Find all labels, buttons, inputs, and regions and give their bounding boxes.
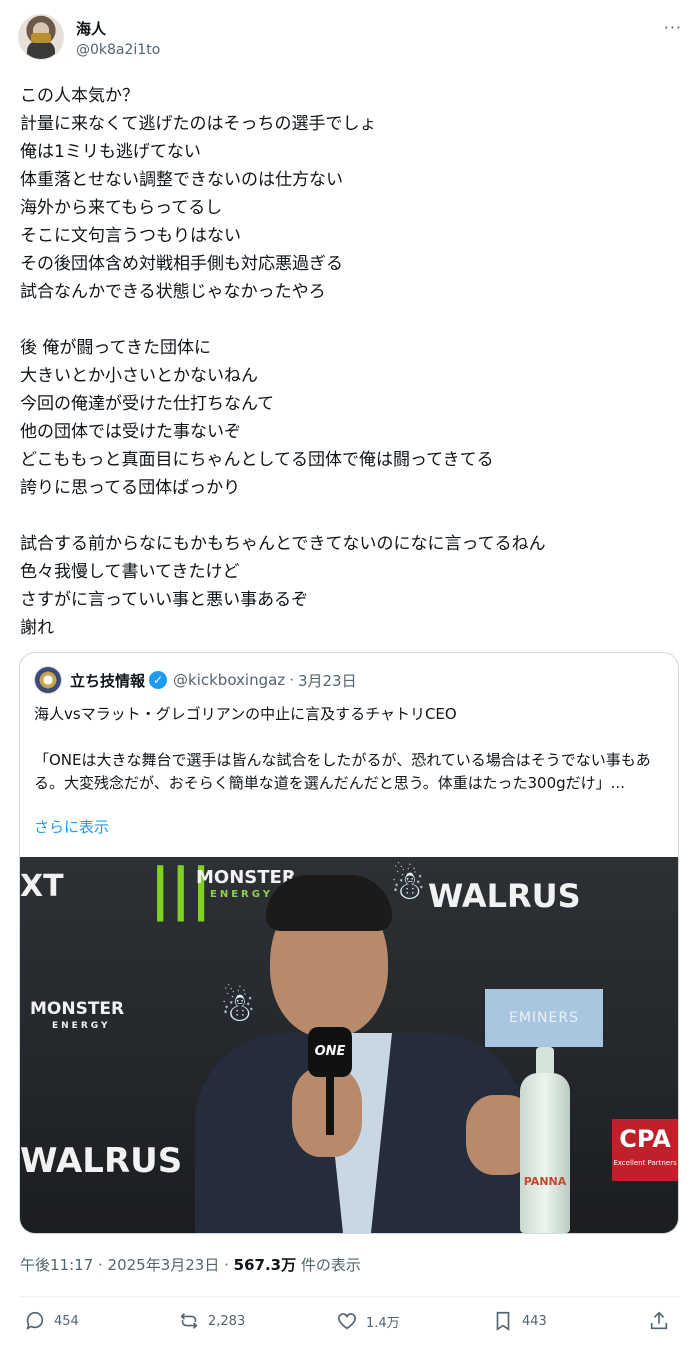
repost-count: 2,283	[208, 1313, 246, 1329]
backdrop-energy-top: ENERGY	[210, 889, 273, 900]
walrus-mascot-icon: ☃	[390, 863, 426, 909]
reply-icon	[26, 1311, 44, 1330]
tweet-text: この人本気か？ 計量に来なくて逃げたのはそっちの選手でしょ 俺は1ミリも逃げてな…	[20, 86, 546, 638]
action-bar: 454 2,283 1.4万 443	[20, 1310, 680, 1340]
quoted-tweet-header: 立ち技情報 ✓ @kickboxingaz · 3月23日	[34, 666, 357, 694]
bottle-label: PANNA	[523, 1175, 567, 1188]
tweet-header: 海人 @0k8a2i1to ···	[18, 14, 682, 64]
repost-icon	[180, 1313, 198, 1329]
quoted-display-name[interactable]: 立ち技情報	[70, 670, 145, 691]
bookmark-count: 443	[522, 1313, 547, 1329]
bookmark-icon	[496, 1311, 510, 1331]
backdrop-eminers: EMINERS	[485, 989, 603, 1047]
walrus-mascot-icon: ☃	[220, 985, 256, 1031]
microphone-icon: ONE	[308, 1027, 352, 1077]
avatar-figure	[27, 41, 55, 59]
quoted-avatar[interactable]	[34, 666, 62, 694]
avatar-belt	[31, 33, 51, 43]
bookmark-button[interactable]: 443	[492, 1310, 547, 1332]
verified-badge-icon: ✓	[149, 671, 168, 689]
divider	[20, 1296, 680, 1297]
cpa-logo-text: CPA	[619, 1125, 671, 1153]
microphone-handle	[326, 1075, 334, 1135]
avatar[interactable]	[18, 14, 64, 60]
speaker-hair	[266, 875, 392, 931]
share-icon	[650, 1311, 668, 1330]
reply-button[interactable]: 454	[24, 1310, 79, 1332]
view-count-label: 件の表示	[296, 1256, 361, 1274]
reply-count: 454	[54, 1313, 79, 1329]
heart-icon	[337, 1313, 357, 1330]
tweet-timestamp[interactable]: 午後11:17 · 2025年3月23日 ·	[20, 1256, 234, 1274]
user-handle[interactable]: @0k8a2i1to	[76, 42, 160, 58]
like-button[interactable]: 1.4万	[336, 1310, 400, 1332]
quoted-separator: ·	[289, 671, 294, 689]
backdrop-walrus-top: WALRUS	[428, 877, 581, 915]
quoted-date[interactable]: 3月23日	[298, 670, 357, 691]
cpa-logo: CPA Excellent Partners	[612, 1119, 678, 1181]
backdrop-xt: XT	[20, 869, 64, 904]
show-more-link[interactable]: さらに表示	[34, 816, 109, 837]
share-button[interactable]	[648, 1310, 678, 1332]
water-bottle	[520, 1073, 570, 1233]
quoted-tweet[interactable]: 立ち技情報 ✓ @kickboxingaz · 3月23日 海人vsマラット・グ…	[19, 652, 679, 1234]
tweet-meta: 午後11:17 · 2025年3月23日 · 567.3万 件の表示	[20, 1254, 361, 1275]
quoted-text: 海人vsマラット・グレゴリアンの中止に言及するチャトリCEO 「ONEは大きな舞…	[34, 705, 651, 792]
view-count: 567.3万	[233, 1256, 297, 1274]
quoted-handle[interactable]: @kickboxingaz	[173, 671, 285, 689]
backdrop-monster-mid: MONSTER	[30, 999, 125, 1019]
like-count: 1.4万	[366, 1315, 400, 1331]
cpa-logo-subtext: Excellent Partners	[613, 1159, 677, 1167]
backdrop-energy-mid: ENERGY	[52, 1021, 111, 1031]
more-options-icon[interactable]: ···	[664, 18, 682, 37]
quoted-media-image[interactable]: XT ||| MONSTER ENERGY ☃ WALRUS MONSTER E…	[20, 857, 678, 1233]
repost-button[interactable]: 2,283	[178, 1310, 245, 1332]
display-name[interactable]: 海人	[76, 18, 106, 39]
backdrop-walrus-bottom: WALRUS	[20, 1141, 183, 1181]
